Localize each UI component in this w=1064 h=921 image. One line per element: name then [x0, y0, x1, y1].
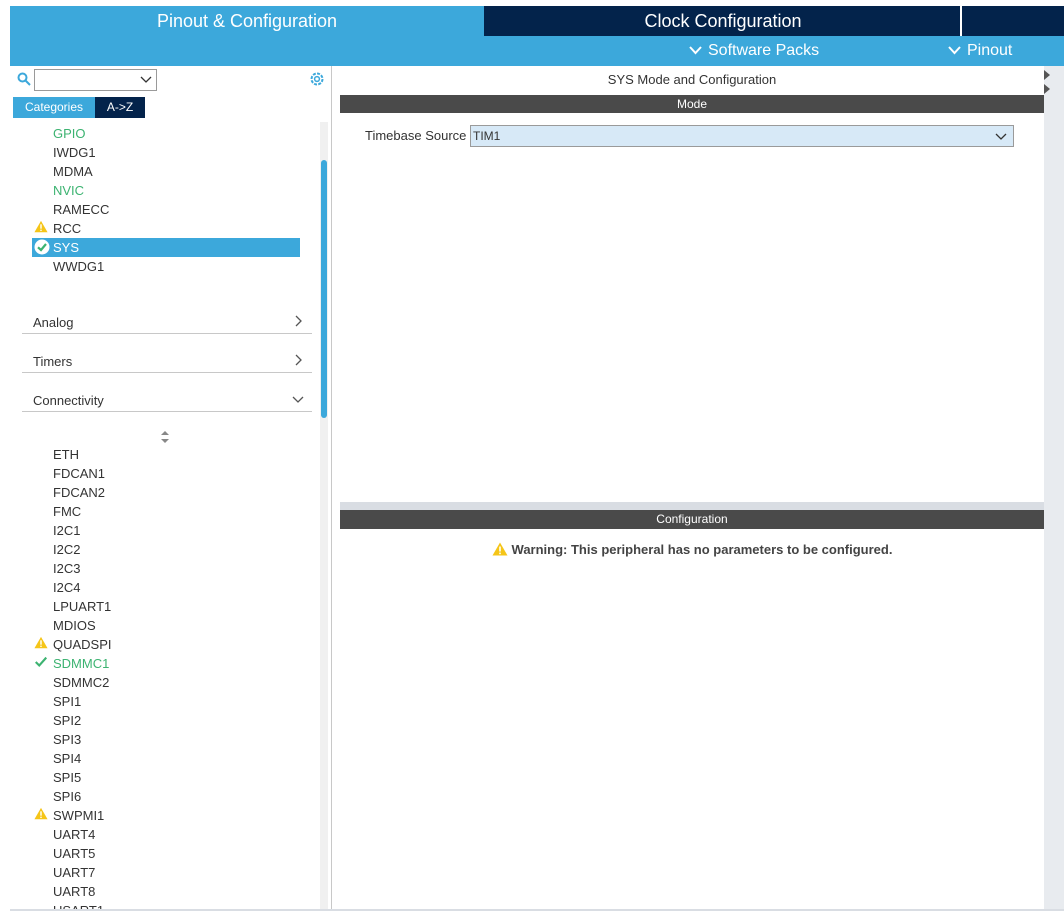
peripheral-item-sdmmc1[interactable]: SDMMC1: [53, 654, 109, 673]
peripheral-item-fdcan1[interactable]: FDCAN1: [53, 464, 105, 483]
item-status-icon: [34, 220, 50, 236]
tab-divider: [960, 6, 962, 36]
configuration-section-header: Configuration: [340, 510, 1044, 529]
mode-configuration-panel: SYS Mode and Configuration Mode Timebase…: [340, 66, 1044, 911]
pinout-label: Pinout: [967, 42, 1013, 59]
warning-icon: [34, 220, 48, 233]
peripheral-item-i2c1[interactable]: I2C1: [53, 521, 80, 540]
warning-icon: [34, 636, 48, 649]
panel-title: SYS Mode and Configuration: [607, 72, 777, 87]
peripheral-item-spi5[interactable]: SPI5: [53, 768, 81, 787]
peripheral-item-iwdg1[interactable]: IWDG1: [53, 143, 96, 162]
software-packs-label: Software Packs: [708, 42, 820, 59]
peripheral-item-mdma[interactable]: MDMA: [53, 162, 93, 181]
mode-section-header: Mode: [340, 95, 1044, 113]
peripheral-item-spi6[interactable]: SPI6: [53, 787, 81, 806]
item-status-icon: [34, 239, 50, 255]
peripheral-item-rcc[interactable]: RCC: [53, 219, 81, 238]
peripheral-item-uart7[interactable]: UART7: [53, 863, 95, 882]
peripheral-item-fdcan2[interactable]: FDCAN2: [53, 483, 105, 502]
peripheral-item-gpio[interactable]: GPIO: [53, 124, 86, 143]
peripheral-item-i2c4[interactable]: I2C4: [53, 578, 80, 597]
software-packs-menu[interactable]: Software Packs: [689, 36, 819, 66]
bottom-border: [10, 909, 1064, 911]
scrollbar-thumb[interactable]: [321, 160, 327, 418]
category-connectivity[interactable]: Connectivity: [22, 388, 312, 412]
warning-icon: [492, 542, 508, 556]
peripheral-item-swpmi1[interactable]: SWPMI1: [53, 806, 104, 825]
chevron-down-icon: [140, 76, 152, 83]
peripheral-item-ramecc[interactable]: RAMECC: [53, 200, 109, 219]
tab-pinout-configuration[interactable]: Pinout & Configuration: [10, 6, 484, 36]
right-collapse-strip: [1044, 66, 1064, 911]
category-analog[interactable]: Analog: [22, 310, 312, 334]
peripheral-item-sys[interactable]: SYS: [53, 238, 79, 257]
item-status-icon: [34, 636, 50, 652]
peripheral-item-uart8[interactable]: UART8: [53, 882, 95, 901]
peripheral-item-fmc[interactable]: FMC: [53, 502, 81, 521]
category-timers[interactable]: Timers: [22, 349, 312, 373]
chevron-right-icon: [295, 354, 302, 366]
check-circle-icon: [34, 239, 50, 255]
peripheral-item-uart5[interactable]: UART5: [53, 844, 95, 863]
item-status-icon: [34, 807, 50, 823]
left-scrollbar[interactable]: [320, 122, 328, 911]
search-input[interactable]: [34, 69, 157, 91]
sub-menu-bar: Software Packs Pinout: [10, 36, 1064, 66]
main-tab-bar: Pinout & Configuration Clock Configurati…: [10, 6, 1064, 36]
timebase-source-label: Timebase Source: [365, 128, 467, 143]
check-icon: [35, 656, 48, 668]
chevron-down-icon: [689, 46, 702, 55]
panel-splitter[interactable]: [340, 502, 1044, 510]
timebase-source-select[interactable]: TIM1: [470, 125, 1014, 147]
peripheral-item-lpuart1[interactable]: LPUART1: [53, 597, 111, 616]
peripheral-item-spi1[interactable]: SPI1: [53, 692, 81, 711]
peripheral-item-uart4[interactable]: UART4: [53, 825, 95, 844]
chevron-right-icon: [295, 315, 302, 327]
peripheral-item-wwdg1[interactable]: WWDG1: [53, 257, 104, 276]
peripheral-item-i2c2[interactable]: I2C2: [53, 540, 80, 559]
no-parameters-warning: Warning: This peripheral has no paramete…: [340, 542, 1044, 557]
peripheral-item-nvic[interactable]: NVIC: [53, 181, 84, 200]
peripheral-item-spi4[interactable]: SPI4: [53, 749, 81, 768]
collapse-arrow-icon[interactable]: [1044, 68, 1050, 98]
peripheral-item-spi3[interactable]: SPI3: [53, 730, 81, 749]
peripheral-item-spi2[interactable]: SPI2: [53, 711, 81, 730]
chevron-down-icon: [995, 133, 1007, 140]
category-label: Analog: [33, 315, 74, 330]
item-status-icon: [34, 655, 50, 671]
peripheral-tree-panel: Categories A->Z GPIO IWDG1 MDMA NVIC RAMECC R…: [10, 66, 332, 911]
chevron-down-icon: [292, 396, 304, 403]
tab-a-z[interactable]: A->Z: [95, 97, 145, 118]
peripheral-item-sdmmc2[interactable]: SDMMC2: [53, 673, 109, 692]
peripheral-item-quadspi[interactable]: QUADSPI: [53, 635, 112, 654]
sort-icon[interactable]: [160, 430, 170, 444]
pinout-menu[interactable]: Pinout: [948, 36, 1012, 66]
peripheral-item-eth[interactable]: ETH: [53, 445, 79, 464]
warning-icon: [34, 807, 48, 820]
peripheral-item-mdios[interactable]: MDIOS: [53, 616, 96, 635]
category-label: Timers: [33, 354, 73, 369]
peripheral-item-i2c3[interactable]: I2C3: [53, 559, 80, 578]
gear-icon[interactable]: [308, 70, 326, 88]
chevron-down-icon: [948, 46, 961, 55]
peripheral-list: GPIO IWDG1 MDMA NVIC RAMECC RCC SYS WWDG1 Analo…: [10, 122, 322, 911]
search-icon[interactable]: [17, 72, 31, 86]
category-label: Connectivity: [33, 393, 104, 408]
tab-clock-configuration[interactable]: Clock Configuration: [486, 6, 960, 36]
timebase-source-value: TIM1: [473, 129, 501, 143]
tab-categories[interactable]: Categories: [13, 97, 95, 118]
warning-text: Warning: This peripheral has no paramete…: [511, 542, 893, 557]
